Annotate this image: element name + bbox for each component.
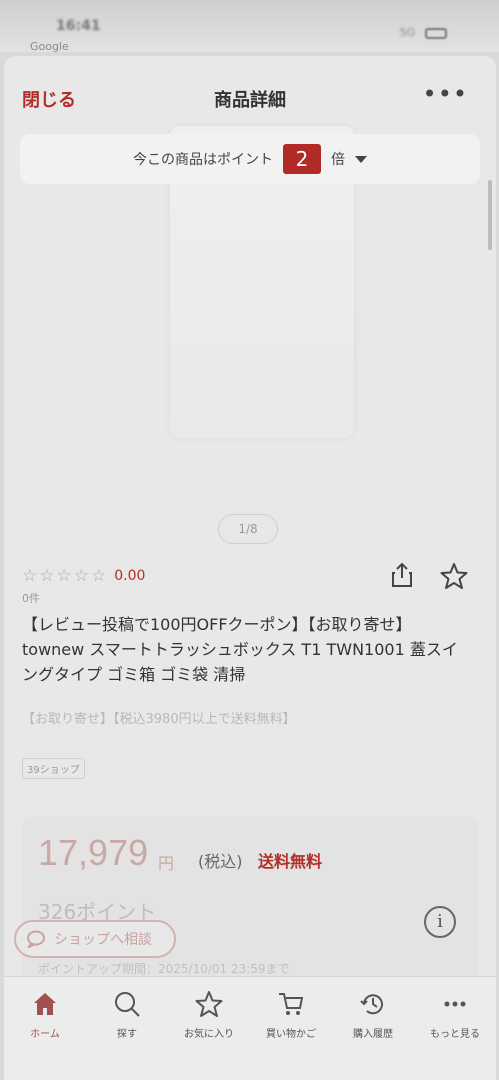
tax-label: (税込) xyxy=(198,852,243,871)
review-count[interactable]: 0件 xyxy=(22,590,40,606)
history-icon xyxy=(360,994,383,1015)
product-detail-sheet: 閉じる 商品詳細 ••• 今この商品はポイント 2 倍 1/8 ☆ ☆ ☆ ☆ … xyxy=(4,56,496,1080)
shop-consult-label: ショップへ相談 xyxy=(54,932,152,948)
star-icon: ☆ xyxy=(73,566,89,586)
star-icon: ☆ xyxy=(39,566,55,586)
status-bar: 16:41 5G Google xyxy=(0,0,499,53)
favorite-star-icon[interactable] xyxy=(440,562,468,590)
tab-home[interactable]: ホーム xyxy=(5,989,85,1080)
image-page-indicator: 1/8 xyxy=(218,514,278,544)
bottom-tab-bar: ホーム 探す お気に入り 買い物かご 購入履歴 もっと見る xyxy=(4,976,496,1080)
shop-consult-button[interactable]: ショップへ相談 xyxy=(14,920,176,958)
cart-icon xyxy=(279,993,304,1015)
tab-label: ホーム xyxy=(30,1029,60,1040)
header: 閉じる 商品詳細 ••• xyxy=(4,56,496,136)
points-multiplier-banner[interactable]: 今この商品はポイント 2 倍 xyxy=(20,134,480,184)
points-banner-suffix: 倍 xyxy=(331,152,345,168)
tab-cart[interactable]: 買い物かご xyxy=(251,989,331,1080)
chat-icon xyxy=(27,930,45,948)
tab-label: お気に入り xyxy=(184,1029,234,1040)
points-period: ポイントアップ期間：2025/10/01 23:59まで xyxy=(38,962,290,976)
tab-favorites[interactable]: お気に入り xyxy=(169,989,249,1080)
info-icon[interactable]: i xyxy=(424,906,456,938)
tab-label: 探す xyxy=(117,1029,137,1040)
free-shipping-label: 送料無料 xyxy=(258,852,323,871)
star-icon: ☆ xyxy=(22,566,38,586)
tab-label: 購入履歴 xyxy=(353,1029,393,1040)
points-multiplier-value: 2 xyxy=(283,144,321,174)
share-icon[interactable] xyxy=(390,562,414,588)
scrollbar[interactable] xyxy=(488,180,492,250)
tab-more[interactable]: もっと見る xyxy=(415,989,495,1080)
price-currency: 円 xyxy=(158,854,175,873)
more-icon xyxy=(444,1001,466,1007)
shop-badge[interactable]: 39ショップ xyxy=(22,758,85,779)
chevron-down-icon xyxy=(355,155,367,163)
product-title: 【レビュー投稿で100円OFFクーポン】【お取り寄せ】townew スマートトラ… xyxy=(22,615,458,684)
more-options-button[interactable]: ••• xyxy=(423,80,468,108)
status-time: 16:41 xyxy=(56,18,101,34)
home-icon xyxy=(34,993,56,1015)
tab-history[interactable]: 購入履歴 xyxy=(333,989,413,1080)
star-icon: ☆ xyxy=(56,566,72,586)
battery-icon xyxy=(425,28,447,39)
signal-label: 5G xyxy=(399,26,415,39)
price-amount: 17,979 xyxy=(38,832,149,873)
rating-score: 0.00 xyxy=(114,568,146,584)
search-icon xyxy=(115,992,140,1017)
back-to-app-label[interactable]: Google xyxy=(30,40,69,53)
product-tags: 【お取り寄せ】【税込3980円以上で送料無料】 xyxy=(22,712,296,727)
tab-label: 買い物かご xyxy=(266,1029,316,1040)
rating-row[interactable]: ☆ ☆ ☆ ☆ ☆ 0.00 xyxy=(22,566,145,586)
points-banner-prefix: 今この商品はポイント xyxy=(133,152,273,168)
star-icon xyxy=(195,991,223,1017)
tab-label: もっと見る xyxy=(430,1029,480,1040)
star-icon: ☆ xyxy=(91,566,107,586)
tab-search[interactable]: 探す xyxy=(87,989,167,1080)
